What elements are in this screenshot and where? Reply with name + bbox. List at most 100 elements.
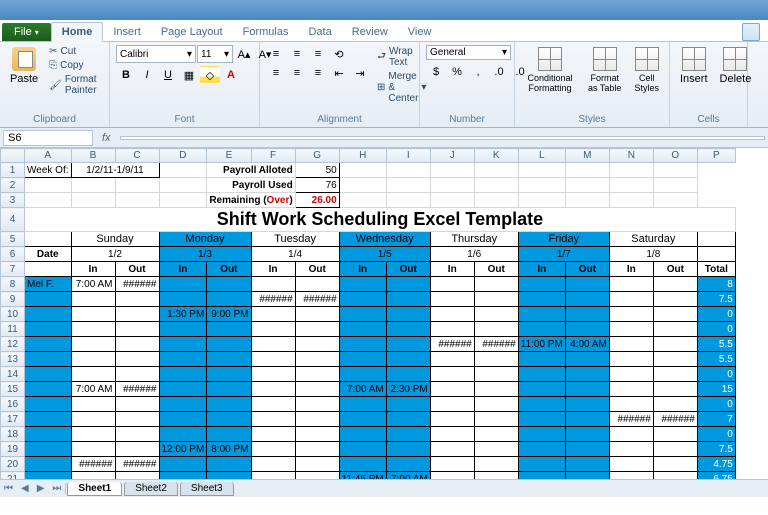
col-header[interactable]: I bbox=[386, 149, 430, 163]
cell[interactable] bbox=[430, 292, 474, 307]
cell[interactable] bbox=[386, 193, 430, 208]
cell[interactable] bbox=[386, 307, 430, 322]
row-header[interactable]: 19 bbox=[1, 442, 25, 457]
font-size-dropdown[interactable]: 11▾ bbox=[197, 45, 233, 63]
inc-decimal-icon[interactable]: .0 bbox=[489, 63, 509, 81]
cell[interactable] bbox=[71, 427, 115, 442]
cell[interactable] bbox=[653, 427, 697, 442]
cell[interactable] bbox=[159, 292, 207, 307]
cell[interactable]: 26.00 bbox=[295, 193, 339, 208]
cell[interactable] bbox=[518, 412, 565, 427]
sheet-nav-prev-icon[interactable]: ◀ bbox=[17, 483, 33, 494]
cell[interactable] bbox=[697, 232, 735, 247]
cell[interactable] bbox=[207, 352, 251, 367]
cell[interactable] bbox=[115, 178, 159, 193]
cell[interactable]: 8 bbox=[697, 277, 735, 292]
cell[interactable]: Wednesday bbox=[339, 232, 430, 247]
col-header[interactable]: M bbox=[565, 149, 609, 163]
col-header[interactable]: B bbox=[71, 149, 115, 163]
cell[interactable]: 2:30 PM bbox=[386, 382, 430, 397]
name-box[interactable]: S6 bbox=[3, 130, 93, 146]
grow-font-icon[interactable]: A▴ bbox=[234, 45, 254, 63]
cell[interactable] bbox=[25, 427, 72, 442]
cell[interactable] bbox=[609, 292, 653, 307]
cell[interactable] bbox=[565, 163, 609, 178]
cell[interactable] bbox=[518, 457, 565, 472]
cell[interactable] bbox=[565, 382, 609, 397]
currency-icon[interactable]: $ bbox=[426, 63, 446, 81]
col-header[interactable]: H bbox=[339, 149, 386, 163]
cell[interactable]: ###### bbox=[115, 277, 159, 292]
cell[interactable] bbox=[295, 457, 339, 472]
cell[interactable] bbox=[609, 367, 653, 382]
cell[interactable] bbox=[430, 322, 474, 337]
cell[interactable] bbox=[339, 277, 386, 292]
cell[interactable]: In bbox=[609, 262, 653, 277]
cell[interactable] bbox=[653, 322, 697, 337]
cell[interactable] bbox=[159, 322, 207, 337]
cell[interactable] bbox=[295, 337, 339, 352]
cell[interactable]: 4:00 AM bbox=[565, 337, 609, 352]
cell[interactable] bbox=[518, 163, 565, 178]
align-center-icon[interactable]: ≡ bbox=[287, 64, 307, 82]
cell[interactable] bbox=[609, 337, 653, 352]
cell[interactable] bbox=[159, 352, 207, 367]
cell[interactable] bbox=[115, 367, 159, 382]
cell[interactable] bbox=[653, 307, 697, 322]
help-icon[interactable] bbox=[742, 23, 760, 41]
cell[interactable] bbox=[207, 412, 251, 427]
cell[interactable] bbox=[565, 322, 609, 337]
cell[interactable] bbox=[339, 457, 386, 472]
cell[interactable] bbox=[159, 163, 207, 178]
cell[interactable]: 7:00 AM bbox=[71, 382, 115, 397]
cell[interactable] bbox=[115, 307, 159, 322]
cell[interactable]: ###### bbox=[115, 457, 159, 472]
cell[interactable] bbox=[565, 412, 609, 427]
fx-icon[interactable]: fx bbox=[96, 132, 117, 144]
row-header[interactable]: 18 bbox=[1, 427, 25, 442]
row-header[interactable]: 1 bbox=[1, 163, 25, 178]
cell[interactable] bbox=[339, 412, 386, 427]
cell[interactable] bbox=[115, 193, 159, 208]
cell[interactable] bbox=[565, 292, 609, 307]
row-header[interactable]: 10 bbox=[1, 307, 25, 322]
cell[interactable] bbox=[474, 442, 518, 457]
cell[interactable] bbox=[339, 337, 386, 352]
col-header[interactable]: E bbox=[207, 149, 251, 163]
cell[interactable]: 15 bbox=[697, 382, 735, 397]
fill-color-button[interactable]: ◇ bbox=[200, 66, 220, 84]
cell[interactable]: Tuesday bbox=[251, 232, 339, 247]
cell[interactable] bbox=[71, 412, 115, 427]
row-header[interactable]: 5 bbox=[1, 232, 25, 247]
cell[interactable]: Payroll Used bbox=[207, 178, 295, 193]
cell[interactable] bbox=[609, 193, 653, 208]
row-header[interactable]: 16 bbox=[1, 397, 25, 412]
col-header[interactable]: J bbox=[430, 149, 474, 163]
row-header[interactable]: 6 bbox=[1, 247, 25, 262]
cell[interactable] bbox=[25, 307, 72, 322]
cell[interactable] bbox=[71, 397, 115, 412]
cell[interactable] bbox=[251, 322, 295, 337]
cell[interactable] bbox=[474, 352, 518, 367]
sheet-nav-first-icon[interactable]: ⏮ bbox=[0, 483, 17, 494]
cell[interactable]: 11:00 PM bbox=[518, 337, 565, 352]
cell[interactable] bbox=[25, 457, 72, 472]
cell[interactable] bbox=[25, 442, 72, 457]
cell[interactable] bbox=[386, 397, 430, 412]
cell[interactable]: 7.5 bbox=[697, 292, 735, 307]
cell[interactable]: 0 bbox=[697, 397, 735, 412]
cell[interactable] bbox=[159, 457, 207, 472]
cell[interactable] bbox=[295, 412, 339, 427]
sheet-tab-2[interactable]: Sheet2 bbox=[124, 482, 178, 496]
cell[interactable]: 7:00 AM bbox=[339, 382, 386, 397]
col-header[interactable] bbox=[1, 149, 25, 163]
tab-home[interactable]: Home bbox=[51, 22, 104, 42]
cell[interactable] bbox=[71, 442, 115, 457]
tab-pagelayout[interactable]: Page Layout bbox=[151, 23, 233, 41]
align-top-icon[interactable]: ≡ bbox=[266, 45, 286, 63]
cell[interactable] bbox=[159, 337, 207, 352]
cell[interactable] bbox=[609, 457, 653, 472]
cell[interactable] bbox=[339, 427, 386, 442]
cell[interactable]: Out bbox=[115, 262, 159, 277]
cell[interactable] bbox=[339, 322, 386, 337]
